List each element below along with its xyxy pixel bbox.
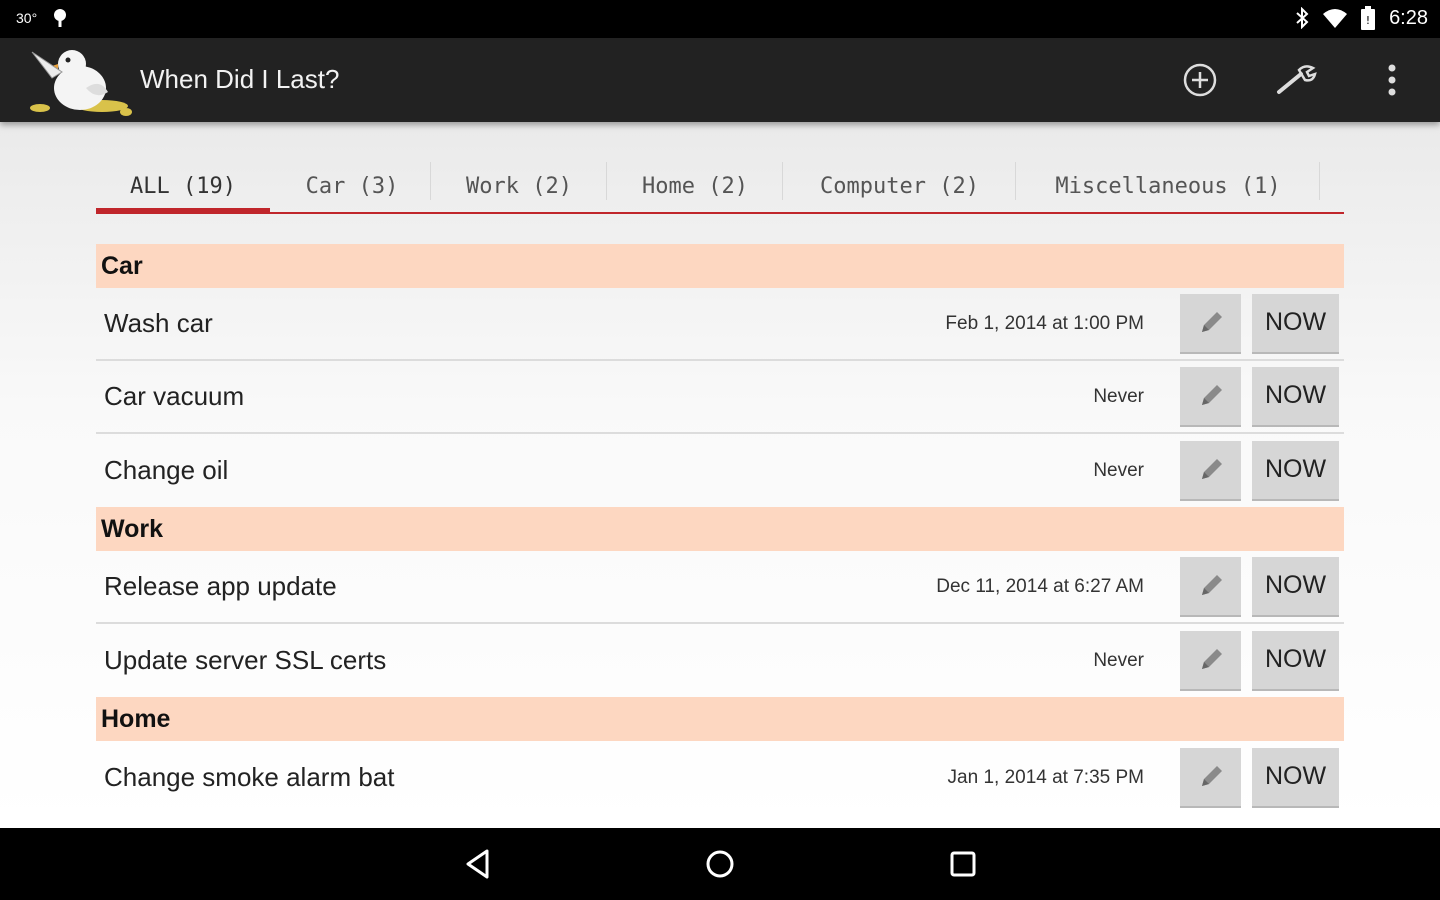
item-last-done: Dec 11, 2014 at 6:27 AM [936, 575, 1144, 597]
now-button[interactable]: NOW [1252, 556, 1339, 617]
tab-home[interactable]: Home (2) [607, 160, 783, 214]
edit-button[interactable] [1180, 293, 1241, 354]
section-header-car: Car [96, 244, 1344, 288]
edit-button[interactable] [1180, 556, 1241, 617]
item-name: Release app update [104, 571, 337, 601]
wifi-icon [1323, 8, 1348, 28]
edit-button[interactable] [1180, 747, 1241, 808]
tab-label: Work (2) [466, 173, 572, 199]
add-icon [1183, 63, 1217, 97]
edit-button[interactable] [1180, 630, 1241, 691]
status-left: 30° [16, 8, 69, 28]
item-name: Update server SSL certs [104, 645, 387, 675]
item-last-done: Never [1093, 649, 1144, 671]
svg-text:!: ! [1366, 14, 1370, 27]
home-circle-icon [706, 850, 734, 878]
action-bar: When Did I Last? [0, 38, 1440, 122]
pencil-icon [1201, 648, 1222, 669]
item-name: Car vacuum [104, 381, 245, 411]
item-last-done: Jan 1, 2014 at 7:35 PM [947, 766, 1144, 788]
task-list: Car Wash car Feb 1, 2014 at 1:00 PM NOW … [96, 244, 1344, 814]
category-tabs: ALL (19) Car (3) Work (2) Home (2) Compu… [96, 160, 1344, 214]
pencil-icon [1201, 384, 1222, 405]
tab-label: Computer (2) [820, 173, 979, 199]
overflow-menu-icon [1388, 64, 1396, 96]
back-button[interactable] [458, 844, 498, 884]
now-button[interactable]: NOW [1252, 630, 1339, 691]
app-logo-icon[interactable] [22, 42, 134, 118]
back-icon [466, 849, 489, 879]
item-last-done: Never [1093, 459, 1144, 481]
edit-button[interactable] [1180, 440, 1241, 501]
app-title: When Did I Last? [140, 64, 340, 94]
item-last-done: Never [1093, 385, 1144, 407]
list-item[interactable]: Car vacuum Never NOW [96, 361, 1344, 434]
tab-label: Home (2) [642, 173, 748, 199]
item-name: Wash car [104, 308, 213, 338]
now-button[interactable]: NOW [1252, 440, 1339, 501]
list-item[interactable]: Release app update Dec 11, 2014 at 6:27 … [96, 551, 1344, 624]
tab-car[interactable]: Car (3) [273, 160, 431, 214]
home-button[interactable] [700, 844, 740, 884]
now-button[interactable]: NOW [1252, 747, 1339, 808]
status-right: ! 6:28 [1295, 6, 1428, 30]
battery-icon: ! [1361, 6, 1376, 30]
item-name: Change oil [104, 455, 229, 485]
clock: 6:28 [1389, 6, 1428, 29]
item-last-done: Feb 1, 2014 at 1:00 PM [945, 312, 1144, 334]
item-name: Change smoke alarm bat [104, 762, 395, 792]
now-button[interactable]: NOW [1252, 293, 1339, 354]
tab-miscellaneous[interactable]: Miscellaneous (1) [1016, 160, 1320, 214]
section-header-work: Work [96, 507, 1344, 551]
now-button[interactable]: NOW [1252, 366, 1339, 427]
tab-all[interactable]: ALL (19) [96, 160, 270, 214]
recents-square-icon [950, 851, 976, 877]
list-item[interactable]: Change oil Never NOW [96, 434, 1344, 507]
pencil-icon [1201, 574, 1222, 595]
pencil-icon [1201, 765, 1222, 786]
recents-button[interactable] [943, 844, 983, 884]
settings-button[interactable] [1274, 58, 1318, 102]
section-header-home: Home [96, 697, 1344, 741]
pencil-icon [1201, 458, 1222, 479]
list-item[interactable]: Change smoke alarm bat Jan 1, 2014 at 7:… [96, 741, 1344, 814]
main-content: ALL (19) Car (3) Work (2) Home (2) Compu… [0, 122, 1440, 828]
notification-icon [51, 8, 69, 28]
pencil-icon [1201, 311, 1222, 332]
tab-label: Miscellaneous (1) [1055, 173, 1281, 199]
navigation-bar [0, 828, 1440, 900]
settings-wrench-icon [1277, 65, 1317, 94]
edit-button[interactable] [1180, 366, 1241, 427]
add-button[interactable] [1178, 58, 1222, 102]
tab-label: Car (3) [305, 173, 399, 199]
overflow-menu-button[interactable] [1370, 58, 1414, 102]
tab-computer[interactable]: Computer (2) [783, 160, 1016, 214]
tab-work[interactable]: Work (2) [431, 160, 607, 214]
temperature-readout: 30° [16, 10, 38, 26]
status-bar: 30° ! 6:28 [0, 0, 1440, 38]
bluetooth-icon [1295, 7, 1309, 29]
tab-label: ALL (19) [130, 173, 236, 199]
list-item[interactable]: Update server SSL certs Never NOW [96, 624, 1344, 697]
list-item[interactable]: Wash car Feb 1, 2014 at 1:00 PM NOW [96, 288, 1344, 361]
